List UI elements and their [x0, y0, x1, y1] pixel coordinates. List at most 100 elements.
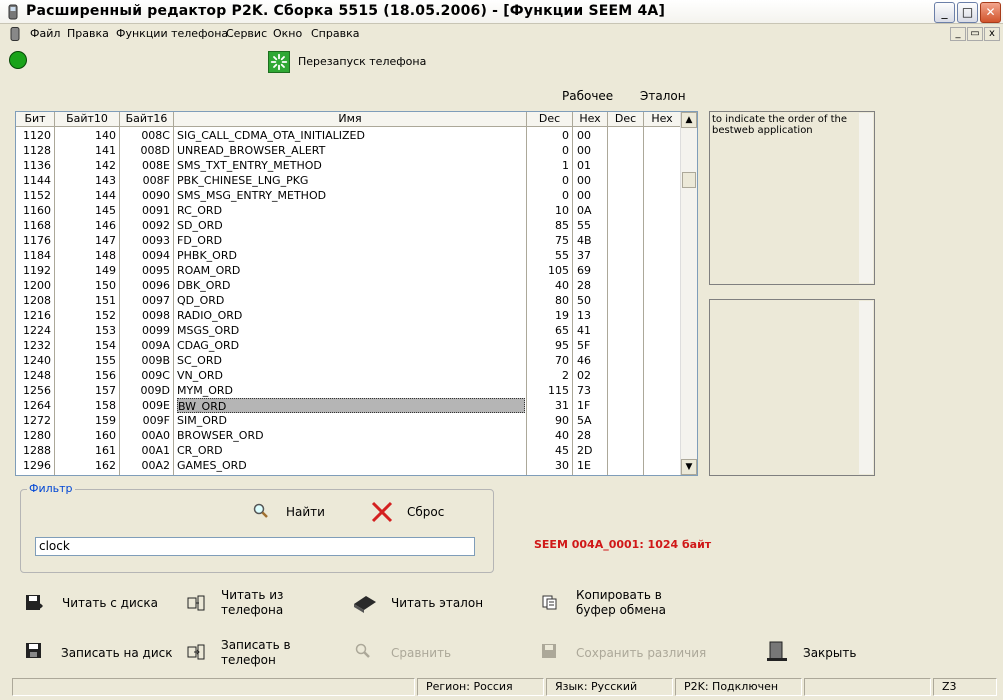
scroll-up-button[interactable]: ▲ — [681, 112, 697, 128]
clipboard-icon[interactable] — [541, 594, 557, 610]
reset-button[interactable]: Сброс — [407, 505, 444, 520]
menu-help[interactable]: Справка — [311, 27, 359, 40]
col-bit[interactable]: Бит — [16, 112, 55, 127]
table-scrollbar[interactable]: ▲ ▼ — [680, 112, 697, 475]
table-row[interactable]: 1288 161 00A1 CR_ORD 45 2D — [16, 443, 681, 458]
menu-window[interactable]: Окно — [273, 27, 302, 40]
reset-icon[interactable] — [370, 500, 394, 524]
table-row[interactable]: 1168 146 0092 SD_ORD 85 55 — [16, 218, 681, 233]
table-row[interactable]: 1256 157 009D MYM_ORD 115 73 — [16, 383, 681, 398]
scroll-down-button[interactable]: ▼ — [681, 459, 697, 475]
menu-file[interactable]: Файл — [30, 27, 60, 40]
write-phone-button[interactable]: Записать в телефон — [221, 638, 291, 668]
write-disk-button[interactable]: Записать на диск — [61, 646, 172, 661]
cell-name: CR_ORD — [177, 444, 223, 457]
notes-box[interactable] — [709, 299, 875, 476]
table-row[interactable]: 1128 141 008D UNREAD_BROWSER_ALERT 0 00 — [16, 143, 681, 158]
col-ref-hex[interactable]: Hex — [644, 112, 681, 127]
disk-write-icon[interactable] — [25, 642, 43, 660]
status-region: Регион: Россия — [417, 678, 544, 696]
cell-hex: 4B — [577, 234, 592, 247]
table-row[interactable]: 1232 154 009A CDAG_ORD 95 5F — [16, 338, 681, 353]
find-button[interactable]: Найти — [286, 505, 325, 520]
col-work-dec[interactable]: Dec — [527, 112, 573, 127]
seem-table[interactable]: Бит Байт10 Байт16 Имя Dec Hex Dec Hex 11… — [15, 111, 698, 476]
copy-clipboard-button[interactable]: Копировать в буфер обмена — [576, 588, 666, 618]
maximize-button[interactable]: □ — [957, 2, 978, 23]
cell-dec: 2 — [562, 369, 569, 382]
save-diff-button[interactable]: Сохранить различия — [576, 646, 706, 661]
cell-name: BW_ORD — [177, 398, 525, 413]
table-row[interactable]: 1272 159 009F SIM_ORD 90 5A — [16, 413, 681, 428]
scroll-thumb[interactable] — [682, 172, 696, 188]
cell-hex: 01 — [577, 159, 591, 172]
read-reference-button[interactable]: Читать эталон — [391, 596, 483, 611]
cell-dec: 80 — [555, 294, 569, 307]
book-icon[interactable] — [352, 592, 378, 614]
close-window-button[interactable]: ✕ — [980, 2, 1001, 23]
cell-name: QD_ORD — [177, 294, 225, 307]
col-byte16[interactable]: Байт16 — [120, 112, 174, 127]
filter-legend: Фильтр — [27, 482, 75, 495]
mdi-restore-button[interactable]: ▭ — [967, 27, 983, 41]
exit-door-icon[interactable] — [767, 640, 787, 662]
table-row[interactable]: 1224 153 0099 MSGS_ORD 65 41 — [16, 323, 681, 338]
table-row[interactable]: 1248 156 009C VN_ORD 2 02 — [16, 368, 681, 383]
cell-dec: 75 — [555, 234, 569, 247]
table-row[interactable]: 1216 152 0098 RADIO_ORD 19 13 — [16, 308, 681, 323]
cell-byte16: 0091 — [142, 204, 170, 217]
table-row[interactable]: 1144 143 008F PBK_CHINESE_LNG_PKG 0 00 — [16, 173, 681, 188]
table-row[interactable]: 1152 144 0090 SMS_MSG_ENTRY_METHOD 0 00 — [16, 188, 681, 203]
cell-byte16: 009E — [142, 399, 170, 412]
table-row[interactable]: 1296 162 00A2 GAMES_ORD 30 1E — [16, 458, 681, 473]
cell-name: FD_ORD — [177, 234, 223, 247]
cell-name: SC_ORD — [177, 354, 222, 367]
disk-read-icon[interactable] — [25, 594, 43, 612]
col-name[interactable]: Имя — [174, 112, 527, 127]
cell-bit: 1264 — [23, 399, 51, 412]
col-work-hex[interactable]: Hex — [573, 112, 608, 127]
search-icon[interactable] — [253, 503, 269, 519]
minimize-button[interactable]: _ — [934, 2, 955, 23]
table-row[interactable]: 1208 151 0097 QD_ORD 80 50 — [16, 293, 681, 308]
table-row[interactable]: 1120 140 008C SIG_CALL_CDMA_OTA_INITIALIZED… — [16, 128, 681, 143]
compare-icon[interactable] — [355, 643, 371, 659]
col-ref-dec[interactable]: Dec — [608, 112, 644, 127]
table-row[interactable]: 1264 158 009E BW_ORD 31 1F — [16, 398, 681, 413]
mdi-minimize-button[interactable]: _ — [950, 27, 966, 41]
description-box[interactable]: to indicate the order of the bestweb app… — [709, 111, 875, 285]
child-window-icon[interactable] — [8, 27, 22, 41]
notes-scrollbar[interactable] — [859, 301, 873, 474]
status-p2k: P2K: Подключен — [675, 678, 802, 696]
cell-bit: 1288 — [23, 444, 51, 457]
window-title: Расширенный редактор P2K. Сборка 5515 (1… — [26, 3, 666, 19]
mdi-close-button[interactable]: x — [984, 27, 1000, 41]
read-disk-button[interactable]: Читать с диска — [62, 596, 158, 611]
menu-edit[interactable]: Правка — [67, 27, 109, 40]
restart-icon[interactable] — [268, 51, 290, 73]
filter-input[interactable]: clock — [35, 537, 475, 556]
read-phone-button[interactable]: Читать из телефона — [221, 588, 283, 618]
cell-byte16: 00A0 — [141, 429, 170, 442]
table-row[interactable]: 1176 147 0093 FD_ORD 75 4B — [16, 233, 681, 248]
col-byte10[interactable]: Байт10 — [55, 112, 120, 127]
compare-button[interactable]: Сравнить — [391, 646, 451, 661]
cell-byte16: 009C — [141, 369, 170, 382]
table-row[interactable]: 1136 142 008E SMS_TXT_ENTRY_METHOD 1 01 — [16, 158, 681, 173]
phone-read-icon[interactable] — [187, 594, 205, 612]
phone-write-icon[interactable] — [187, 643, 205, 661]
description-scrollbar[interactable] — [859, 113, 873, 283]
table-row[interactable]: 1280 160 00A0 BROWSER_ORD 40 28 — [16, 428, 681, 443]
table-row[interactable]: 1184 148 0094 PHBK_ORD 55 37 — [16, 248, 681, 263]
table-row[interactable]: 1200 150 0096 DBK_ORD 40 28 — [16, 278, 681, 293]
table-row[interactable]: 1160 145 0091 RC_ORD 10 0A — [16, 203, 681, 218]
menu-phone-functions[interactable]: Функции телефона — [116, 27, 228, 40]
menu-service[interactable]: Сервис — [226, 27, 267, 40]
close-button[interactable]: Закрыть — [803, 646, 856, 661]
cell-dec: 19 — [555, 309, 569, 322]
restart-phone-button[interactable]: Перезапуск телефона — [298, 55, 426, 68]
save-diff-icon[interactable] — [541, 643, 557, 659]
cell-byte10: 160 — [95, 429, 116, 442]
table-row[interactable]: 1192 149 0095 ROAM_ORD 105 69 — [16, 263, 681, 278]
table-row[interactable]: 1240 155 009B SC_ORD 70 46 — [16, 353, 681, 368]
